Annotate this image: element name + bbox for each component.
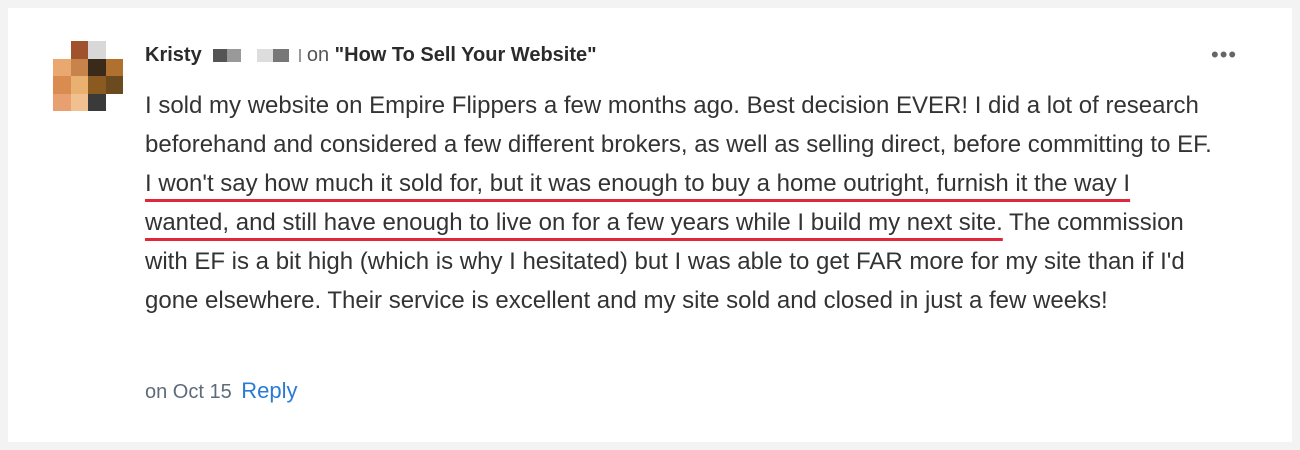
reply-button[interactable]: Reply [241, 378, 297, 403]
redacted-block [241, 49, 258, 62]
more-options-icon[interactable]: ••• [1211, 44, 1237, 66]
on-label: on [306, 44, 330, 66]
comment-text: I sold my website on Empire Flippers a f… [145, 92, 1212, 158]
redacted-block [213, 49, 228, 62]
highlighted-text: I won't say how much it sold for, but it… [145, 170, 1131, 236]
post-title-link[interactable]: "How To Sell Your Website" [335, 44, 597, 66]
comment-footer: on Oct 15 Reply [145, 378, 298, 404]
comment-date[interactable]: on Oct 15 [145, 381, 232, 403]
redacted-block [227, 49, 242, 62]
comment-header: Kristy on "How To Sell Your Website" [145, 44, 597, 67]
comment-body: I sold my website on Empire Flippers a f… [145, 86, 1215, 320]
redacted-block [299, 49, 302, 62]
author-name[interactable]: Kristy [145, 44, 202, 66]
redacted-block [257, 49, 274, 62]
redacted-block [273, 49, 290, 62]
avatar[interactable] [53, 41, 123, 111]
